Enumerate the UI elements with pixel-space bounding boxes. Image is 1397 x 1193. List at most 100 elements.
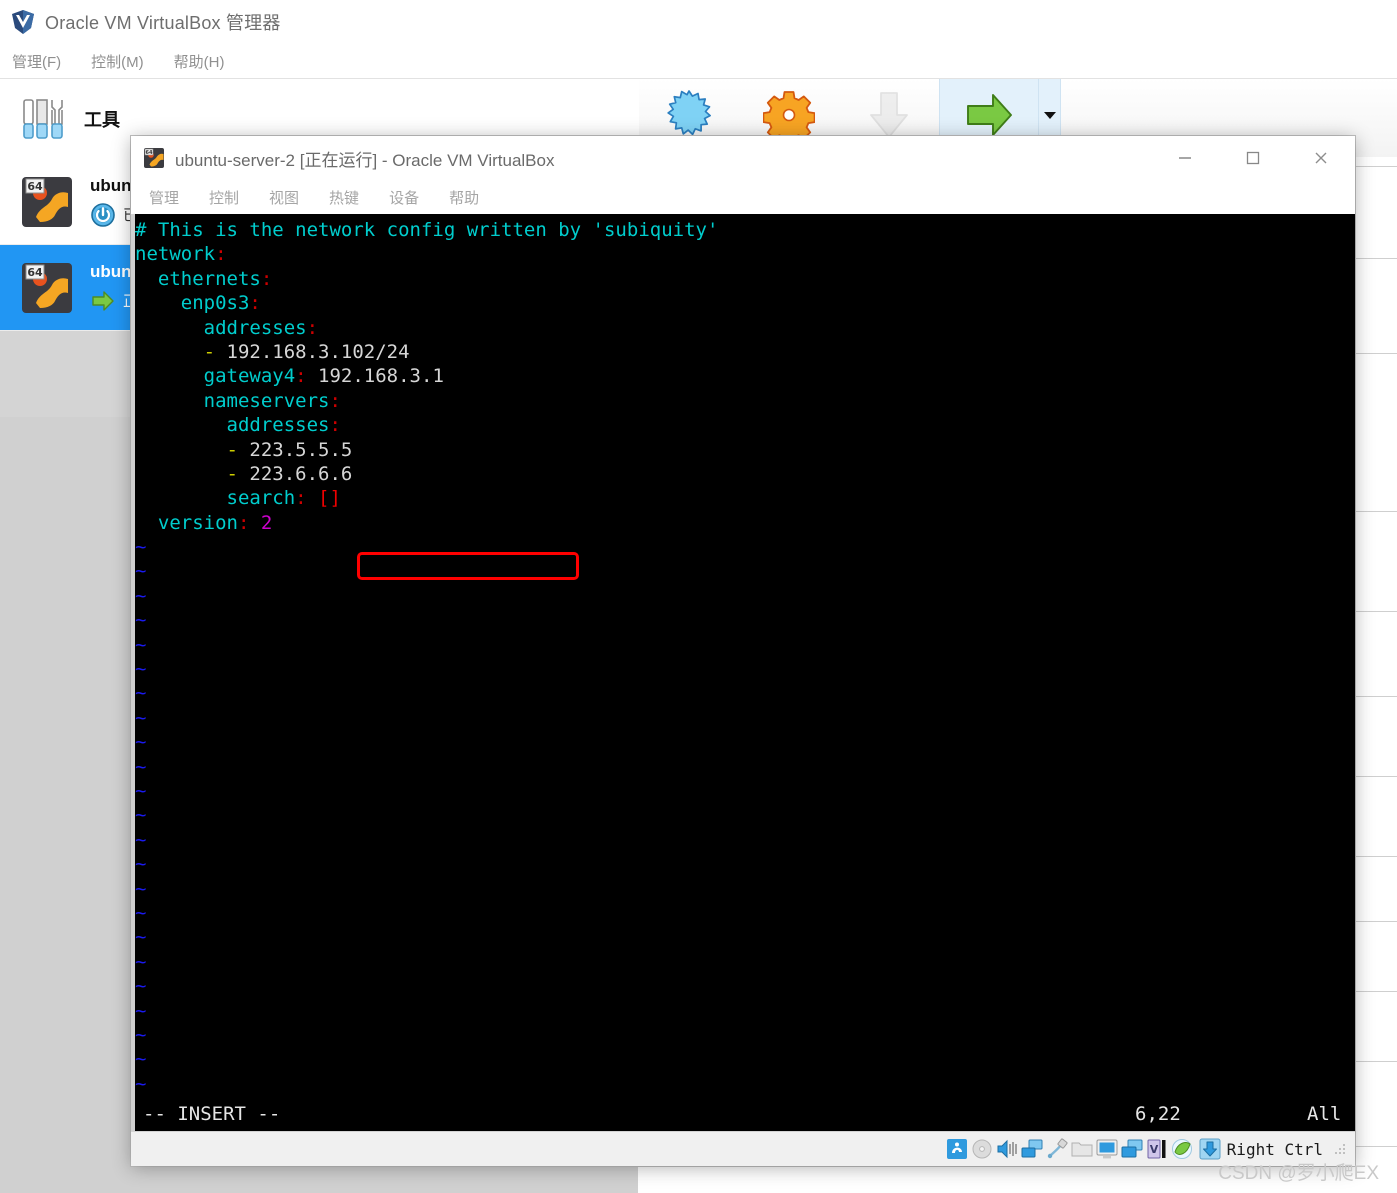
terminal-empty-line: ~	[135, 633, 147, 656]
maximize-button[interactable]	[1219, 136, 1287, 180]
svg-text:64: 64	[27, 266, 43, 279]
video-capture-icon[interactable]	[1121, 1138, 1143, 1160]
power-off-icon	[91, 202, 115, 227]
terminal-line: enp0s3:	[135, 292, 261, 315]
terminal-line: gateway4: 192.168.3.1	[135, 365, 444, 388]
terminal-empty-line: ~	[135, 975, 147, 998]
terminal-empty-line: ~	[135, 1072, 147, 1095]
mouse-integration-icon[interactable]	[1171, 1138, 1193, 1160]
manager-menubar[interactable]: 管理(F) 控制(M) 帮助(H)	[0, 44, 1397, 78]
vim-mode: -- INSERT --	[143, 1103, 281, 1125]
host-key-indicator[interactable]: Right Ctrl	[1199, 1138, 1323, 1160]
menu-file[interactable]: 管理(F)	[10, 49, 63, 74]
terminal-line: # This is the network config written by …	[135, 219, 719, 241]
usb-icon[interactable]	[1046, 1138, 1068, 1160]
terminal-empty-line: ~	[135, 706, 147, 729]
network-icon[interactable]	[1021, 1138, 1043, 1160]
shared-folders-icon[interactable]	[1071, 1138, 1093, 1160]
vm-window: 64 ubuntu-server-2 [正在运行] - Oracle VM Vi…	[131, 136, 1355, 1166]
vm-menu-help[interactable]: 帮助	[449, 187, 479, 208]
vm-menu-file[interactable]: 管理	[149, 187, 179, 208]
terminal-empty-line: ~	[135, 1023, 147, 1046]
terminal-text: # This is the network config written by …	[135, 214, 1355, 1131]
terminal-empty-line: ~	[135, 901, 147, 924]
terminal-empty-line: ~	[135, 853, 147, 876]
star-new-icon	[667, 90, 711, 136]
green-arrow-start-icon	[967, 94, 1012, 136]
tools-icon	[23, 99, 63, 139]
hard-disk-icon[interactable]	[946, 1138, 968, 1160]
vm-menu-devices[interactable]: 设备	[389, 187, 419, 208]
menu-machine[interactable]: 控制(M)	[89, 49, 146, 74]
tools-label: 工具	[84, 110, 120, 130]
terminal-line: addresses:	[135, 316, 319, 339]
terminal-empty-line: ~	[135, 999, 147, 1022]
audio-icon[interactable]	[996, 1138, 1018, 1160]
terminal-line: version: 2	[135, 511, 273, 534]
terminal-line: - 223.5.5.5	[135, 438, 353, 461]
terminal-line: nameservers:	[135, 389, 341, 412]
ubuntu-vm-icon: 64	[144, 148, 164, 168]
terminal-empty-line: ~	[135, 755, 147, 778]
terminal-empty-line: ~	[135, 828, 147, 851]
vm-status-bar: V Right Ctrl	[131, 1131, 1355, 1166]
ubuntu-64-icon: 64	[22, 262, 72, 313]
menu-help[interactable]: 帮助(H)	[172, 49, 227, 74]
vm-menu-machine[interactable]: 控制	[209, 187, 239, 208]
vim-cursor-position: 6,22	[1135, 1103, 1181, 1125]
vim-status-line: -- INSERT -- 6,22 All	[135, 1101, 1355, 1131]
vm-status-icons: V	[946, 1138, 1193, 1160]
terminal-empty-line: ~	[135, 682, 147, 705]
vim-scroll-indicator: All	[1307, 1103, 1342, 1125]
terminal-line: network:	[135, 243, 227, 266]
watermark: CSDN @罗小爬EX	[1218, 1163, 1379, 1184]
virtualbox-logo-icon	[12, 10, 34, 34]
vm-menu-input[interactable]: 热键	[329, 187, 359, 208]
manager-titlebar: Oracle VM VirtualBox 管理器	[0, 0, 1397, 44]
optical-drive-icon[interactable]	[971, 1138, 993, 1160]
svg-text:64: 64	[146, 150, 153, 156]
svg-text:64: 64	[27, 180, 43, 193]
chevron-down-icon	[1043, 111, 1056, 119]
screen-root: Oracle VM VirtualBox 管理器 管理(F) 控制(M) 帮助(…	[0, 0, 1397, 1193]
terminal-empty-line: ~	[135, 926, 147, 949]
gear-settings-icon	[763, 91, 815, 141]
down-arrow-discard-icon	[870, 92, 908, 138]
vm-menu-view[interactable]: 视图	[269, 187, 299, 208]
terminal-line: - 192.168.3.102/24	[135, 340, 410, 363]
svg-text:V: V	[1149, 1143, 1158, 1156]
vm-display[interactable]: # This is the network config written by …	[131, 214, 1355, 1131]
close-button[interactable]	[1287, 136, 1355, 180]
terminal-line: ethernets:	[135, 267, 273, 290]
terminal-empty-line: ~	[135, 658, 147, 681]
maximize-icon	[1246, 151, 1260, 165]
terminal-line: addresses:	[135, 414, 341, 437]
terminal-empty-line: ~	[135, 779, 147, 802]
terminal-empty-line: ~	[135, 877, 147, 900]
host-key-label: Right Ctrl	[1226, 1139, 1323, 1159]
terminal-empty-line: ~	[135, 584, 147, 607]
terminal-empty-line: ~	[135, 560, 147, 583]
terminal-empty-line: ~	[135, 731, 147, 754]
vm-window-menubar[interactable]: 管理 控制 视图 热键 设备 帮助	[131, 180, 1355, 214]
vm-window-titlebar[interactable]: 64 ubuntu-server-2 [正在运行] - Oracle VM Vi…	[131, 136, 1355, 180]
minimize-button[interactable]	[1151, 136, 1219, 180]
ubuntu-64-icon: 64	[22, 176, 72, 227]
terminal-empty-line: ~	[135, 950, 147, 973]
terminal-line: search: []	[135, 487, 341, 510]
terminal-empty-line: ~	[135, 536, 147, 559]
manager-title: Oracle VM VirtualBox 管理器	[45, 13, 281, 33]
terminal-empty-line: ~	[135, 1048, 147, 1071]
vm-window-title: ubuntu-server-2 [正在运行] - Oracle VM Virtu…	[175, 150, 555, 170]
minimize-icon	[1179, 157, 1191, 159]
host-key-icon	[1199, 1138, 1221, 1160]
resize-grip-icon[interactable]	[1333, 1142, 1347, 1156]
keyboard-icon[interactable]: V	[1146, 1138, 1168, 1160]
terminal-empty-line: ~	[135, 609, 147, 632]
terminal-line: - 223.6.6.6	[135, 462, 353, 485]
vm-window-controls	[1151, 136, 1355, 180]
display-icon[interactable]	[1096, 1138, 1118, 1160]
close-icon	[1315, 152, 1327, 164]
terminal-empty-line: ~	[135, 804, 147, 827]
running-arrow-icon	[92, 290, 114, 311]
